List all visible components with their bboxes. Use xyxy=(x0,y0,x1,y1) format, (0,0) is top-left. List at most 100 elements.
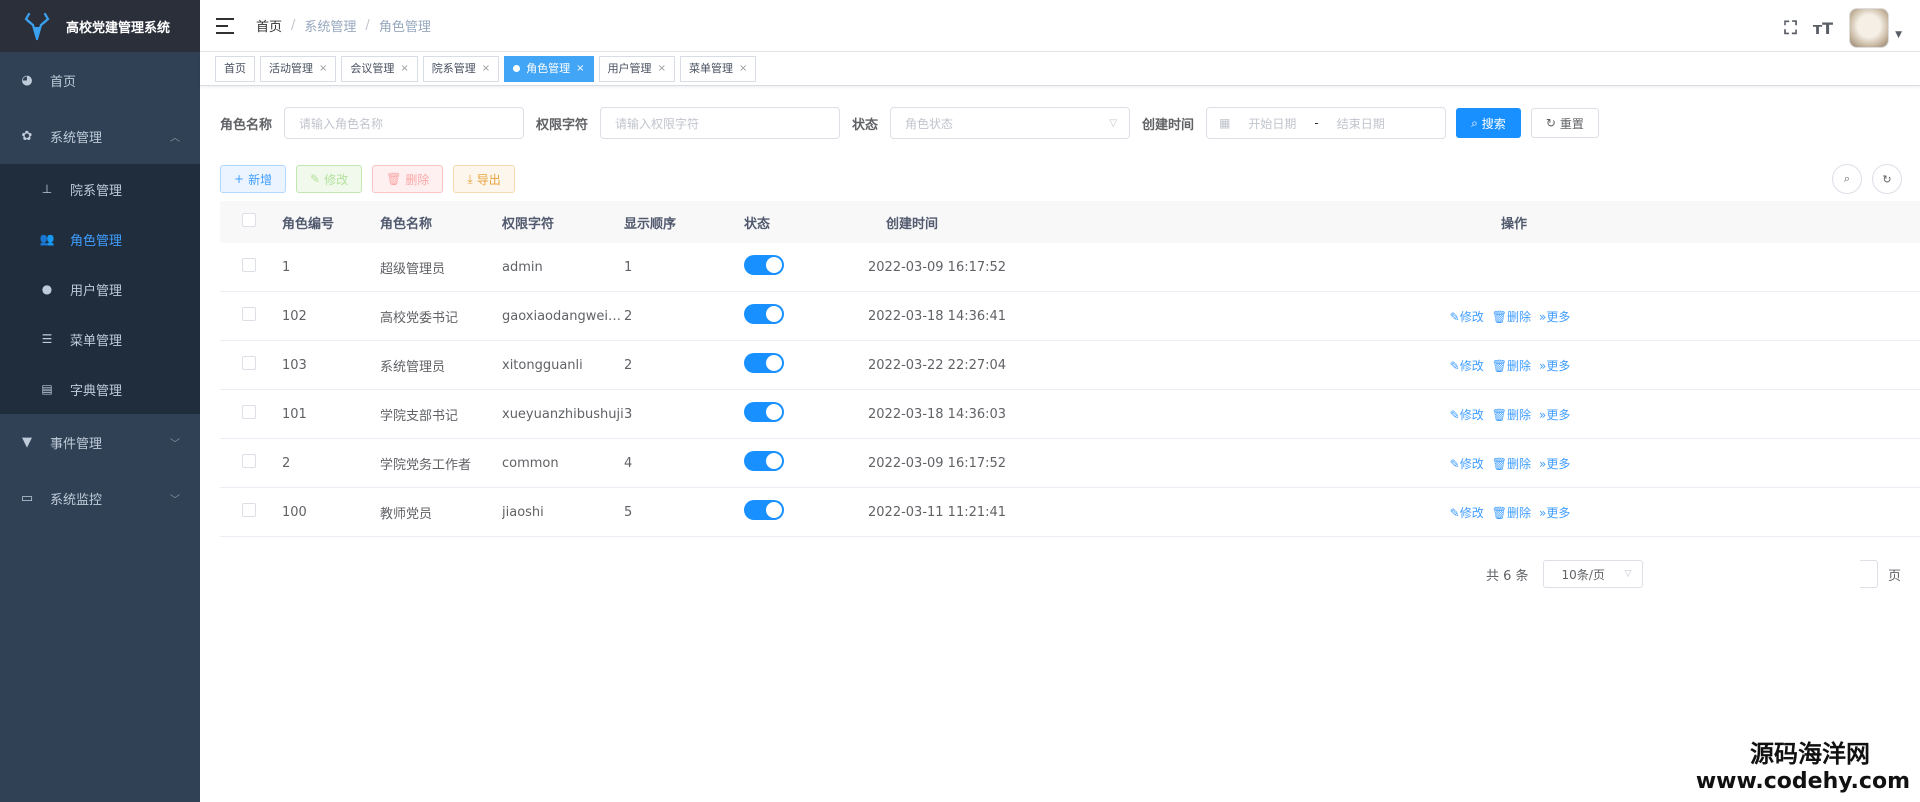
close-icon[interactable]: × xyxy=(658,57,666,81)
row-more-button[interactable]: »更多 xyxy=(1539,506,1570,520)
start-date-placeholder[interactable]: 开始日期 xyxy=(1248,115,1296,132)
created-time-cell: 2022-03-18 14:36:41 xyxy=(868,308,1007,324)
role-name-input[interactable]: 请输入角色名称 xyxy=(284,107,525,139)
column-header: 状态 xyxy=(744,216,771,232)
created-time-cell: 2022-03-22 22:27:04 xyxy=(868,357,1007,373)
row-more-button[interactable]: »更多 xyxy=(1539,359,1570,373)
edit-icon: ✎ xyxy=(1449,407,1460,422)
hamburger-icon[interactable] xyxy=(216,17,234,34)
end-date-placeholder[interactable]: 结束日期 xyxy=(1337,115,1385,132)
select-all-checkbox[interactable] xyxy=(242,213,256,227)
refresh-table-icon[interactable]: ↻ xyxy=(1872,164,1902,194)
row-checkbox[interactable] xyxy=(242,503,256,517)
tab-tag[interactable]: 角色管理 × xyxy=(504,55,594,82)
logo[interactable]: 高校党建管理系统 xyxy=(0,0,200,52)
date-range-picker[interactable]: ▦ 开始日期 - 结束日期 xyxy=(1206,107,1447,139)
created-time-label: 创建时间 xyxy=(1142,117,1195,133)
tab-tag[interactable]: 用户管理 × xyxy=(598,55,675,82)
tab-tag[interactable]: 菜单管理 × xyxy=(679,55,757,82)
role-name-label: 角色名称 xyxy=(220,117,273,133)
add-button[interactable]: + 新增 xyxy=(220,165,287,193)
toggle-search-icon[interactable]: ⌕ xyxy=(1832,164,1862,194)
row-delete-button[interactable]: 🗑删除 xyxy=(1492,457,1531,471)
role-name-cell: 高校党委书记 xyxy=(380,310,459,326)
search-button[interactable]: ⌕ 搜索 xyxy=(1456,108,1521,138)
row-edit-button[interactable]: ✎修改 xyxy=(1450,359,1484,373)
role-id-cell: 102 xyxy=(282,308,307,324)
table-row: 1 超级管理员 admin 1 2022-03-09 16:17:52 xyxy=(220,243,1920,292)
row-checkbox[interactable] xyxy=(242,258,256,272)
role-name-cell: 学院支部书记 xyxy=(380,408,459,424)
sidebar-subitem[interactable]: ● 用户管理 xyxy=(0,264,200,314)
role-key-cell: xitongguanli xyxy=(502,357,583,373)
tab-tag-label: 首页 xyxy=(224,61,246,75)
row-checkbox[interactable] xyxy=(242,307,256,321)
tab-tag[interactable]: 活动管理 × xyxy=(260,55,337,82)
sidebar-subitem[interactable]: ⊥ 院系管理 xyxy=(0,164,200,214)
sidebar-item[interactable]: ✿ 系统管理 ︿ xyxy=(0,108,200,164)
sidebar-item-label: 系统监控 xyxy=(50,492,103,508)
export-button[interactable]: ⤓ 导出 xyxy=(453,165,515,193)
sidebar-item[interactable]: ▭ 系统监控 ﹀ xyxy=(0,470,200,526)
sidebar-subitem-label: 用户管理 xyxy=(70,283,123,299)
edit-button[interactable]: ✎ 修改 xyxy=(296,165,363,193)
sidebar-item[interactable]: ▼ 事件管理 ﹀ xyxy=(0,414,200,470)
sidebar-subitem[interactable]: ▤ 字典管理 xyxy=(0,364,200,414)
plus-icon: + xyxy=(234,172,245,186)
status-switch[interactable] xyxy=(744,451,784,471)
breadcrumb-home[interactable]: 首页 xyxy=(256,16,282,35)
row-delete-button[interactable]: 🗑删除 xyxy=(1492,506,1531,520)
row-edit-button[interactable]: ✎修改 xyxy=(1450,408,1484,422)
tab-tag[interactable]: 院系管理 × xyxy=(422,55,500,82)
status-select[interactable]: 角色状态 ▽ xyxy=(890,107,1131,139)
range-separator: - xyxy=(1314,116,1319,130)
row-delete-button[interactable]: 🗑删除 xyxy=(1492,310,1531,324)
font-size-icon[interactable]: тT xyxy=(1813,19,1833,38)
close-icon[interactable]: × xyxy=(576,57,584,81)
caret-down-icon[interactable]: ▼ xyxy=(1895,30,1902,40)
row-checkbox[interactable] xyxy=(242,454,256,468)
status-switch[interactable] xyxy=(744,500,784,520)
sidebar-subitem[interactable]: ☰ 菜单管理 xyxy=(0,314,200,364)
row-delete-button[interactable]: 🗑删除 xyxy=(1492,359,1531,373)
tab-tag[interactable]: 首页 xyxy=(215,55,255,82)
reset-button[interactable]: ↻ 重置 xyxy=(1530,108,1599,138)
page-size-select[interactable]: 10条/页 ▽ xyxy=(1542,560,1643,588)
delete-button[interactable]: 🗑 删除 xyxy=(372,165,444,193)
page-jump-input[interactable] xyxy=(1860,560,1878,588)
row-checkbox[interactable] xyxy=(242,356,256,370)
dict-icon: ▤ xyxy=(41,382,53,396)
row-action-label: 修改 xyxy=(1459,358,1484,373)
sidebar-item[interactable]: ◕ 首页 xyxy=(0,52,200,108)
row-edit-button[interactable]: ✎修改 xyxy=(1450,457,1484,471)
row-more-button[interactable]: »更多 xyxy=(1539,457,1570,471)
row-checkbox[interactable] xyxy=(242,405,256,419)
status-switch[interactable] xyxy=(744,304,784,324)
row-edit-button[interactable]: ✎修改 xyxy=(1450,506,1484,520)
fullscreen-icon[interactable]: ⛶ xyxy=(1784,18,1797,39)
breadcrumb-separator: / xyxy=(365,18,370,33)
table-row: 100 教师党员 jiaoshi 5 2022-03-11 11:21:41 ✎修改 🗑删除… xyxy=(220,488,1920,537)
close-icon[interactable]: × xyxy=(482,57,490,81)
close-icon[interactable]: × xyxy=(739,57,747,81)
row-action-label: 更多 xyxy=(1546,358,1571,373)
row-more-button[interactable]: »更多 xyxy=(1539,408,1570,422)
reset-button-label: 重置 xyxy=(1559,116,1584,131)
sidebar-subitem-label: 菜单管理 xyxy=(70,333,123,349)
close-icon[interactable]: × xyxy=(319,57,327,81)
row-more-button[interactable]: »更多 xyxy=(1539,310,1570,324)
row-action-label: 删除 xyxy=(1506,358,1531,373)
close-icon[interactable]: × xyxy=(400,57,408,81)
role-key-input[interactable]: 请输入权限字符 xyxy=(600,107,841,139)
chevron-down-icon: ▽ xyxy=(1624,569,1632,579)
role-key-cell: admin xyxy=(502,259,543,275)
tab-tag[interactable]: 会议管理 × xyxy=(341,55,418,82)
row-delete-button[interactable]: 🗑删除 xyxy=(1492,408,1531,422)
status-switch[interactable] xyxy=(744,353,784,373)
tree-icon: ⊥ xyxy=(41,182,53,196)
sidebar-subitem[interactable]: 👥 角色管理 xyxy=(0,214,200,264)
status-switch[interactable] xyxy=(744,255,784,275)
row-edit-button[interactable]: ✎修改 xyxy=(1450,310,1484,324)
status-switch[interactable] xyxy=(744,402,784,422)
avatar[interactable] xyxy=(1849,8,1890,48)
